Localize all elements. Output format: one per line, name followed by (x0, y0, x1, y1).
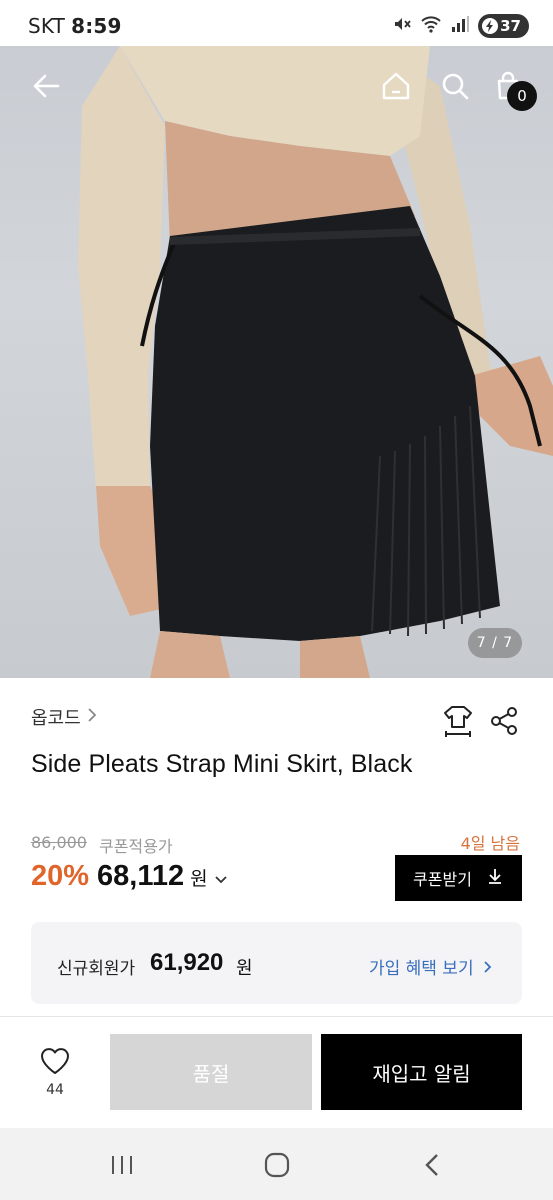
home-circle-icon[interactable] (257, 1150, 297, 1180)
wifi-icon (420, 14, 442, 38)
cart-count-badge: 0 (507, 81, 537, 111)
signal-icon (450, 14, 470, 38)
coupon-days-left: 4일 남음 (460, 834, 520, 853)
mute-icon (392, 14, 412, 38)
divider (0, 1016, 553, 1017)
product-title: Side Pleats Strap Mini Skirt, Black (31, 750, 413, 778)
new-member-price-label: 신규회원가 (57, 959, 136, 979)
chevron-right-icon (484, 961, 492, 973)
carrier-label: SKT (28, 14, 66, 38)
share-icon[interactable] (488, 705, 520, 737)
status-bar: SKT 8:59 37 (0, 0, 553, 52)
restock-alert-button[interactable]: 재입고 알림 (321, 1034, 522, 1110)
get-coupon-button[interactable]: 쿠폰받기 (395, 855, 522, 901)
battery-indicator: 37 (478, 14, 529, 38)
coupon-price-label: 쿠폰적용가 (98, 837, 173, 856)
status-icons: 37 (392, 14, 529, 38)
new-member-offer: 신규회원가 61,920 원 가입 혜택 보기 (31, 922, 522, 1004)
soldout-button: 품절 (110, 1034, 312, 1110)
sale-price: 68,112 (97, 860, 185, 892)
get-coupon-label: 쿠폰받기 (413, 870, 472, 889)
discount-rate: 20% (31, 860, 90, 892)
signup-benefits-label: 가입 혜택 보기 (368, 959, 474, 979)
new-member-price: 61,920 (150, 949, 224, 976)
chevron-down-icon[interactable] (214, 870, 228, 889)
chevron-right-icon (87, 707, 97, 728)
system-navigation-bar (0, 1128, 553, 1200)
signup-benefits-link[interactable]: 가입 혜택 보기 (369, 954, 492, 979)
brand-name: 옵코드 (31, 708, 81, 729)
new-member-currency: 원 (236, 958, 253, 979)
system-back-icon[interactable] (412, 1150, 452, 1180)
like-button[interactable]: 44 (33, 1046, 77, 1098)
heart-icon (41, 1048, 69, 1074)
original-price-row: 86,000 쿠폰적용가 (31, 833, 173, 857)
search-icon[interactable] (437, 68, 473, 104)
status-left: SKT 8:59 (28, 14, 122, 38)
battery-level: 37 (500, 17, 521, 35)
fit-guide-icon[interactable] (440, 703, 476, 739)
back-arrow-icon[interactable] (28, 68, 64, 104)
clock: 8:59 (71, 14, 122, 38)
product-image-carousel[interactable]: 0 7 / 7 (0, 46, 553, 678)
original-price: 86,000 (31, 833, 87, 852)
product-photo (78, 46, 553, 678)
price-row[interactable]: 20% 68,112 원 (31, 860, 228, 893)
download-icon (486, 867, 504, 889)
brand-link[interactable]: 옵코드 (31, 704, 97, 730)
like-count: 44 (46, 1082, 64, 1098)
home-icon[interactable] (378, 68, 414, 104)
recent-apps-icon[interactable] (102, 1150, 142, 1180)
charging-icon (482, 18, 499, 34)
currency-unit: 원 (190, 868, 208, 890)
image-page-indicator: 7 / 7 (468, 628, 522, 658)
